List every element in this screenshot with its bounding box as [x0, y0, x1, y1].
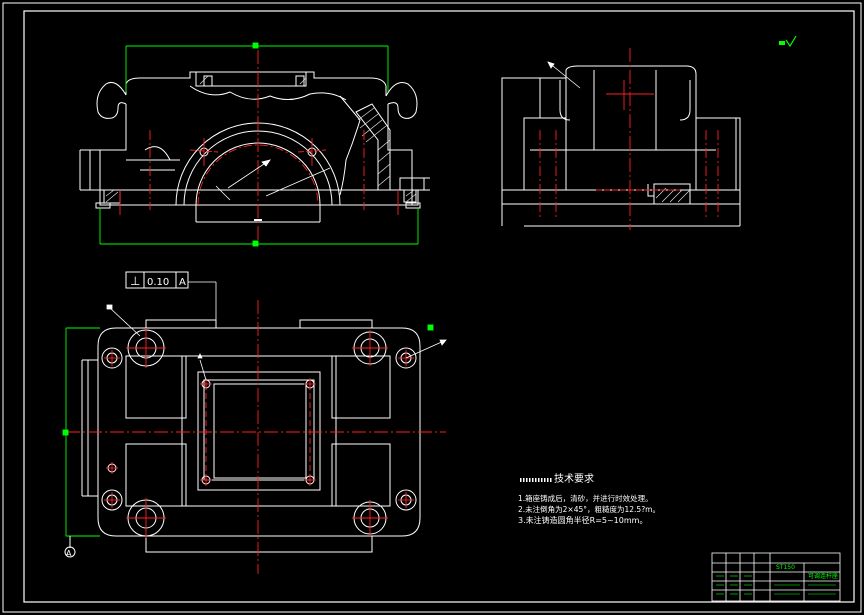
- title-block-name: 可调连杆座: [808, 572, 838, 580]
- gdt-datum: A: [179, 277, 186, 288]
- title-dots: [520, 478, 552, 482]
- gdt-symbol: ⊥: [130, 274, 140, 288]
- gdt-feature-control-frame: ⊥ 0.10 A: [125, 271, 189, 289]
- side-view: [501, 65, 741, 227]
- surface-finish-symbol: [779, 35, 797, 48]
- technical-requirements: 技术要求 1.箱座铸成后，清砂，并进行时效处理。 2.未注倒角为2×45°，粗糙…: [518, 472, 660, 525]
- front-view: [79, 71, 430, 223]
- side-view-centerlines: [539, 48, 719, 230]
- top-view-leaders: [106, 281, 447, 381]
- tech-title: 技术要求: [554, 472, 594, 485]
- datum-letter: A: [66, 549, 72, 558]
- inner-border: [23, 10, 855, 603]
- title-block-code: ST150: [776, 564, 795, 571]
- datum-symbol: A: [64, 536, 76, 558]
- outer-border: [2, 2, 862, 613]
- drawing-sheet: ⊥ 0.10 A A 技术要求 1.箱座铸成后，清砂，并进行时效处理。 2.未注…: [2, 2, 862, 613]
- top-view: [81, 319, 421, 553]
- front-view-centerlines: [119, 50, 399, 242]
- cad-drawing-canvas: ⊥ 0.10 A A 技术要求 1.箱座铸成后，清砂，并进行时效处理。 2.未注…: [0, 0, 864, 615]
- tech-note-2: 2.未注倒角为2×45°，粗糙度为12.5?m。: [518, 504, 660, 514]
- front-view-hatching: [105, 75, 417, 203]
- side-view-leaders: [501, 61, 581, 148]
- tech-note-1: 1.箱座铸成后，清砂，并进行时效处理。: [518, 493, 653, 503]
- top-view-centerlines: [66, 300, 446, 574]
- front-view-dimensions: [99, 42, 419, 247]
- gdt-tolerance: 0.10: [147, 277, 169, 288]
- tech-note-3: 3.未注铸造圆角半径R=5~10mm。: [518, 515, 647, 525]
